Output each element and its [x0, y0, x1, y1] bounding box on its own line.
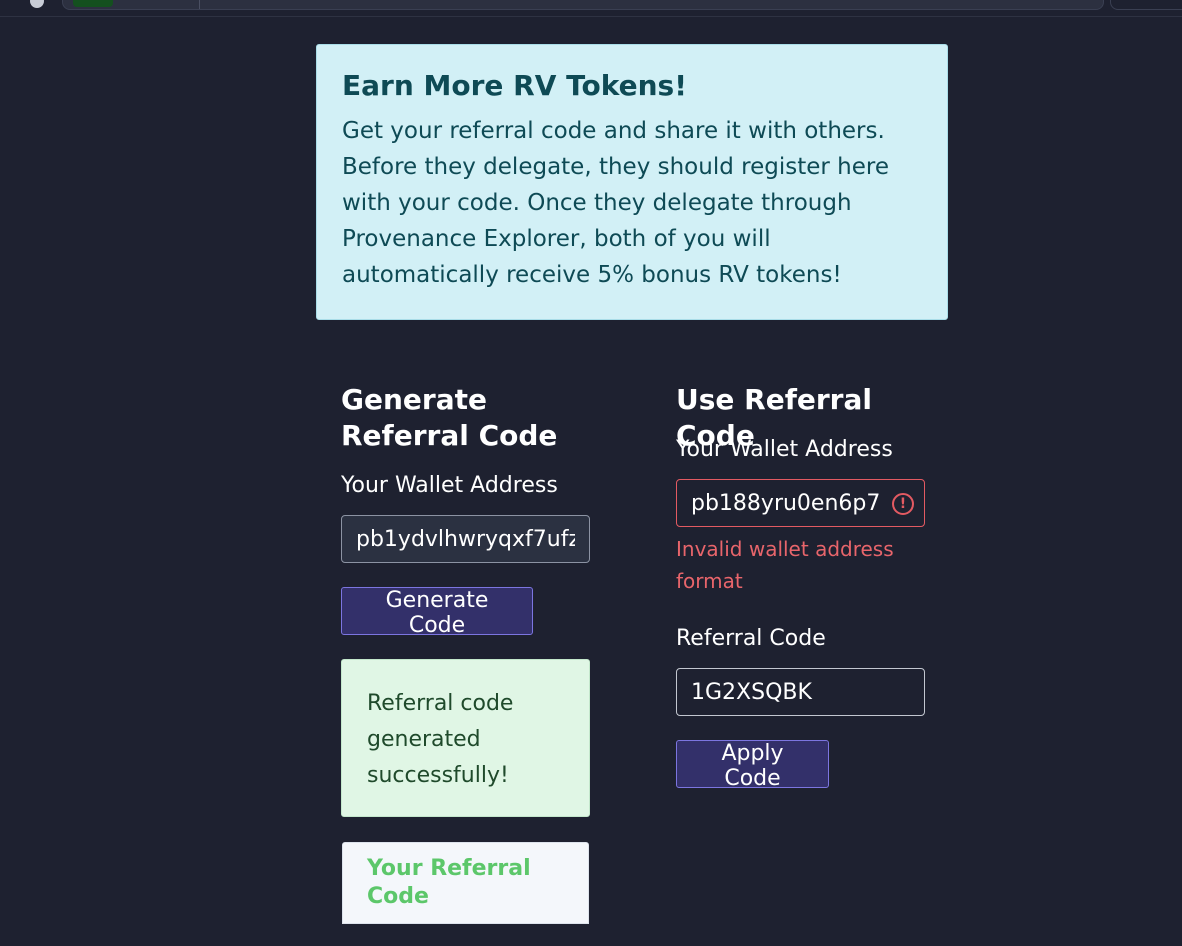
success-alert: Referral code generated successfully! [341, 659, 590, 817]
success-message: Referral code generated successfully! [367, 691, 514, 788]
generate-wallet-input[interactable] [341, 515, 590, 563]
banner-title: Earn More RV Tokens! [342, 69, 687, 102]
generate-section-title: Generate Referral Code [341, 383, 558, 452]
browser-toolbar [0, 0, 1182, 17]
address-bar-divider [199, 0, 200, 9]
secure-badge [73, 0, 113, 7]
use-wallet-input[interactable] [676, 479, 925, 527]
banner-body: Get your referral code and share it with… [342, 118, 889, 288]
generate-referral-section: Generate Referral Code [341, 382, 591, 454]
browser-icon[interactable] [30, 0, 44, 8]
generate-wallet-label: Your Wallet Address [341, 473, 558, 498]
error-icon: ! [892, 493, 914, 515]
apply-code-button[interactable]: Apply Code [676, 740, 829, 791]
referral-card-title: Your Referral Code [367, 856, 531, 909]
address-bar[interactable] [62, 0, 1104, 10]
referral-code-label: Referral Code [676, 626, 826, 651]
info-banner: Earn More RV Tokens! Get your referral c… [316, 44, 948, 320]
referral-code-input[interactable] [676, 668, 925, 716]
generate-code-button[interactable]: Generate Code [341, 587, 533, 638]
referral-code-card: Your Referral Code [342, 842, 589, 924]
use-wallet-label: Your Wallet Address [676, 437, 893, 462]
extensions-button[interactable] [1110, 0, 1182, 10]
wallet-error-message: Invalid wallet address format [676, 537, 894, 593]
